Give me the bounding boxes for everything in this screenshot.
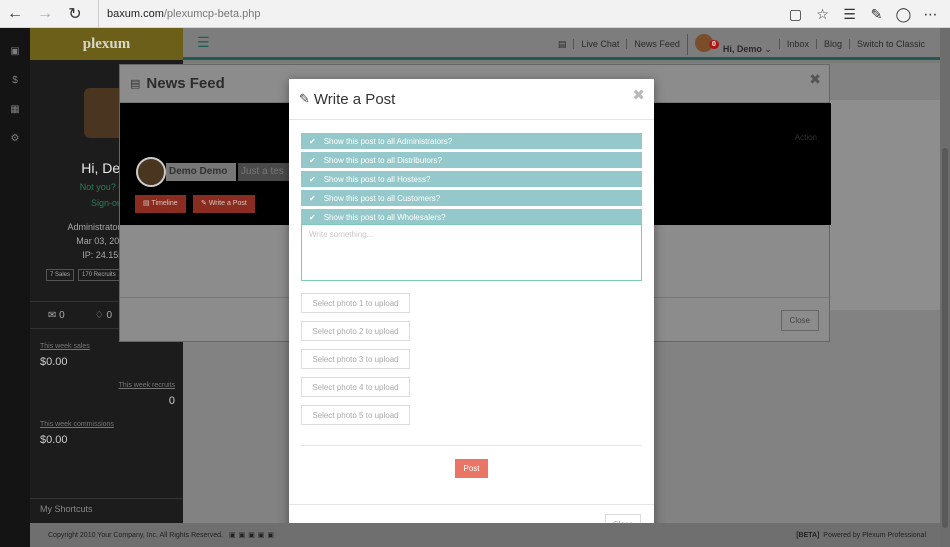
blog-link[interactable]: Blog xyxy=(815,39,849,49)
profile-avatar xyxy=(136,157,166,187)
check-label: Show this post to all Administrators? xyxy=(323,136,453,146)
checkmark-icon: ✔ xyxy=(309,155,316,165)
inbox-link[interactable]: Inbox xyxy=(778,39,816,49)
mail-icon[interactable]: ✉ xyxy=(48,310,56,321)
divider xyxy=(301,445,642,446)
address-bar[interactable]: baxum.com/plexumcp-beta.php xyxy=(98,0,260,28)
checkmark-icon: ✔ xyxy=(309,174,316,184)
edit-icon: ✎ xyxy=(299,91,310,106)
checkmark-icon: ✔ xyxy=(309,212,316,222)
close-icon[interactable]: ✖ xyxy=(809,71,821,88)
top-nav: ☰ ▤ Live Chat News Feed 0 Hi, Demo ⌄ Inbo… xyxy=(183,28,950,60)
alert-count: 0 xyxy=(106,309,113,321)
url-path: /plexumcp-beta.php xyxy=(163,7,261,20)
write-post-button[interactable]: ✎ Write a Post xyxy=(193,195,255,213)
stat-sales: 7 Sales xyxy=(46,269,75,281)
favorite-star-icon[interactable]: ☆ xyxy=(809,6,836,23)
modal-footer-divider xyxy=(289,504,654,505)
write-post-modal: ✎ Write a Post ✖ ✔ Show this post to all … xyxy=(289,79,654,547)
check-label: Show this post to all Wholesalers? xyxy=(323,212,446,222)
photo-upload-2[interactable]: Select photo 2 to upload xyxy=(301,321,410,341)
user-menu[interactable]: 0 Hi, Demo ⌄ xyxy=(686,33,779,55)
news-feed-close-button[interactable]: Close xyxy=(780,310,819,331)
live-chat-link[interactable]: Live Chat xyxy=(573,39,626,49)
audience-checks: ✔ Show this post to all Administrators? ✔… xyxy=(301,133,642,228)
check-hostess[interactable]: ✔ Show this post to all Hostess? xyxy=(301,171,642,187)
check-label: Show this post to all Hostess? xyxy=(323,174,431,184)
refresh-icon[interactable]: ↻ xyxy=(60,0,90,28)
check-wholesalers[interactable]: ✔ Show this post to all Wholesalers? xyxy=(301,209,642,225)
powered-text: Powered by Plexum Professional xyxy=(823,531,926,539)
checkmark-icon: ✔ xyxy=(309,193,316,203)
bell-icon[interactable]: ♢ xyxy=(95,310,104,321)
back-icon[interactable]: ← xyxy=(0,0,30,28)
forward-icon[interactable]: → xyxy=(30,0,60,28)
logo[interactable]: plexum xyxy=(30,28,183,60)
modal-close-icon[interactable]: ✖ xyxy=(632,86,645,104)
gear-icon[interactable]: ⚙ xyxy=(0,133,30,144)
status-input[interactable]: Just a tes xyxy=(238,163,293,181)
check-label: Show this post to all Customers? xyxy=(323,193,441,203)
week-commissions-label: This week commissions xyxy=(40,421,114,428)
monitor-icon[interactable]: ▣ xyxy=(0,46,30,57)
switch-classic-link[interactable]: Switch to Classic xyxy=(848,39,932,49)
post-textarea[interactable] xyxy=(301,224,642,281)
newspaper-icon: ▤ xyxy=(130,78,141,90)
timeline-button[interactable]: ▤ Timeline xyxy=(135,195,186,213)
check-distributors[interactable]: ✔ Show this post to all Distributors? xyxy=(301,152,642,168)
mail-count: 0 xyxy=(59,309,65,321)
more-icon[interactable]: ⋯ xyxy=(917,6,944,23)
photo-upload-3[interactable]: Select photo 3 to upload xyxy=(301,349,410,369)
post-button[interactable]: Post xyxy=(455,459,488,478)
timeline-label: Timeline xyxy=(151,200,178,207)
photo-upload-5[interactable]: Select photo 5 to upload xyxy=(301,405,410,425)
scrollbar[interactable] xyxy=(940,28,950,547)
my-shortcuts[interactable]: My Shortcuts xyxy=(30,498,183,520)
web-note-icon[interactable]: ✎ xyxy=(863,6,890,23)
dollar-icon[interactable]: $ xyxy=(0,75,30,86)
week-commissions-value: $0.00 xyxy=(40,434,68,446)
beta-tag: [BETA] xyxy=(796,531,820,539)
news-feed-link[interactable]: News Feed xyxy=(626,39,687,49)
profile-name: Demo Demo xyxy=(166,163,236,181)
check-customers[interactable]: ✔ Show this post to all Customers? xyxy=(301,190,642,206)
powered-by: [BETA] Powered by Plexum Professional xyxy=(796,532,926,539)
menu-toggle-icon[interactable]: ☰ xyxy=(197,34,210,51)
social-icons[interactable]: ▣▣▣▣▣ xyxy=(229,531,277,539)
write-post-label: Write a Post xyxy=(208,200,247,207)
page-footer: Copyright 2010 Your Company, Inc. All Ri… xyxy=(30,523,950,547)
week-sales-value: $0.00 xyxy=(40,356,68,368)
copyright: Copyright 2010 Your Company, Inc. All Ri… xyxy=(48,531,223,539)
stat-recruits: 170 Recruits xyxy=(78,269,120,281)
week-sales-label: This week sales xyxy=(40,343,90,350)
scrollbar-thumb[interactable] xyxy=(942,148,948,528)
news-feed-title: News Feed xyxy=(146,75,225,92)
modal-title: Write a Post xyxy=(313,90,396,108)
action-dropdown[interactable]: Action xyxy=(795,133,817,142)
image-icon[interactable]: ▦ xyxy=(0,104,30,115)
icon-rail: ▣ $ ▦ ⚙ xyxy=(0,28,30,547)
url-host: baxum.com xyxy=(107,7,164,20)
checkmark-icon: ✔ xyxy=(309,136,316,146)
notification-badge: 0 xyxy=(708,39,719,49)
week-recruits-value: 0 xyxy=(168,395,175,407)
check-administrators[interactable]: ✔ Show this post to all Administrators? xyxy=(301,133,642,149)
browser-toolbar: ← → ↻ baxum.com/plexumcp-beta.php ▢ ☆ ☰ … xyxy=(0,0,950,28)
share-icon[interactable]: ◯ xyxy=(890,6,917,23)
reading-view-icon[interactable]: ▢ xyxy=(782,6,809,23)
user-greeting: Hi, Demo xyxy=(722,43,762,54)
hub-icon[interactable]: ☰ xyxy=(836,6,863,23)
chat-icon: ▤ xyxy=(557,38,567,49)
check-label: Show this post to all Distributors? xyxy=(323,155,442,165)
photo-upload-1[interactable]: Select photo 1 to upload xyxy=(301,293,410,313)
week-recruits-label: This week recruits xyxy=(118,382,175,389)
photo-upload-4[interactable]: Select photo 4 to upload xyxy=(301,377,410,397)
